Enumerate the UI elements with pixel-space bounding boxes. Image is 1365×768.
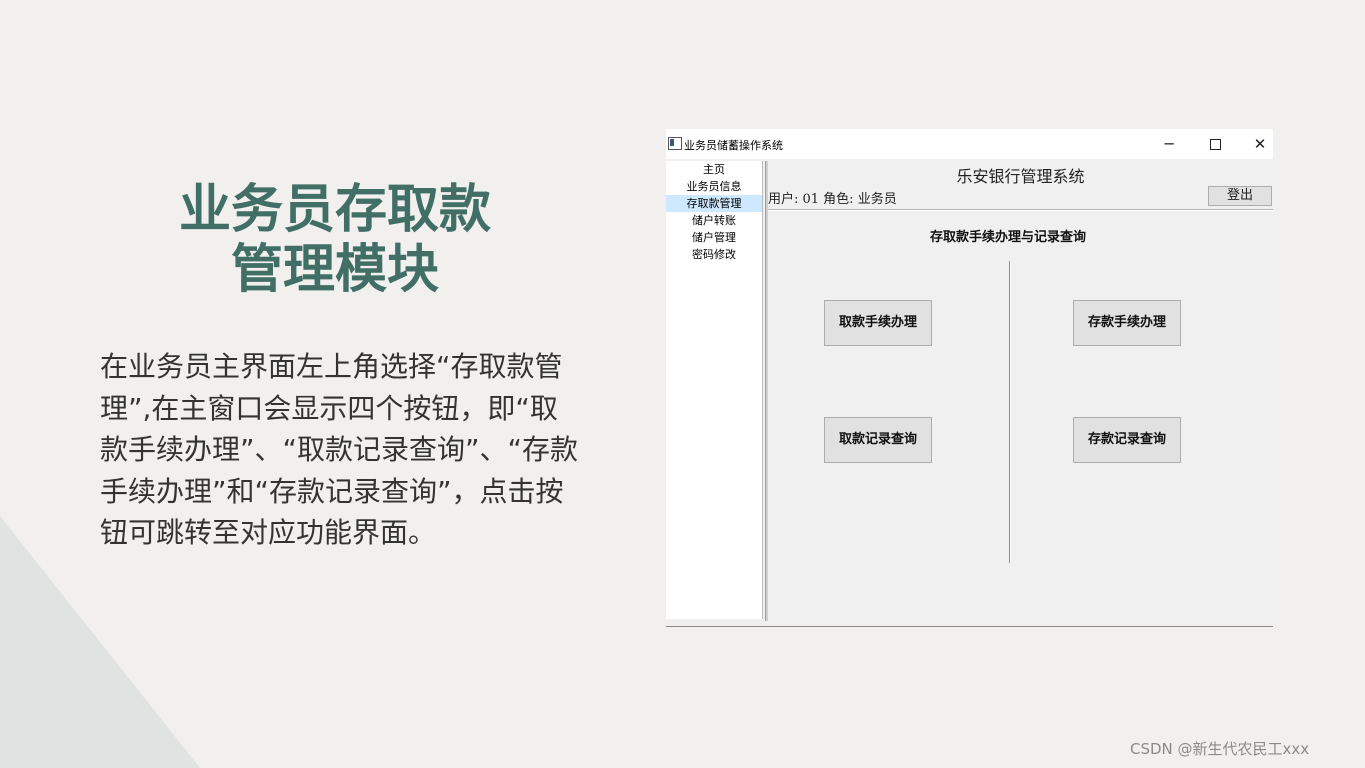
slide-title-line-1: 业务员存取款	[178, 180, 491, 240]
sidebar-nav: 主页 业务员信息 存取款管理 储户转账 储户管理 密码修改	[666, 161, 763, 619]
user-role-info: 用户: 01 角色: 业务员	[768, 192, 897, 207]
watermark: CSDN @新生代农民工xxx	[1130, 740, 1310, 758]
sidebar-item-password-change[interactable]: 密码修改	[666, 246, 762, 263]
window-titlebar[interactable]: 业务员储蓄操作系统 ─ ✕	[666, 129, 1273, 159]
background-triangle	[0, 516, 200, 768]
section-title: 存取款手续办理与记录查询	[929, 230, 1086, 245]
sidebar-item-transfer[interactable]: 储户转账	[666, 212, 762, 229]
sidebar-item-home[interactable]: 主页	[666, 161, 762, 178]
close-button[interactable]: ✕	[1240, 133, 1280, 155]
withdraw-records-button[interactable]: 取款记录查询	[824, 417, 932, 463]
sidebar-item-customer-management[interactable]: 储户管理	[666, 229, 762, 246]
logout-button[interactable]: 登出	[1208, 186, 1272, 206]
header-divider	[768, 209, 1273, 211]
main-panel: 乐安银行管理系统 用户: 01 角色: 业务员 登出 存取款手续办理与记录查询 …	[768, 159, 1273, 621]
sidebar-item-deposit-withdraw[interactable]: 存取款管理	[666, 195, 762, 212]
slide-description: 在业务员主界面左上角选择“存取款管理”,在主窗口会显示四个按钮，即“取款手续办理…	[100, 350, 579, 549]
slide-title: 业务员存取款 管理模块	[100, 180, 570, 300]
window-title: 业务员储蓄操作系统	[684, 139, 783, 152]
deposit-process-button[interactable]: 存款手续办理	[1073, 300, 1181, 346]
maximize-icon	[1209, 139, 1221, 150]
slide-title-line-2: 管理模块	[230, 240, 439, 300]
deposit-records-button[interactable]: 存款记录查询	[1073, 417, 1181, 463]
minimize-button[interactable]: ─	[1149, 133, 1189, 155]
withdraw-process-button[interactable]: 取款手续办理	[824, 300, 932, 346]
vertical-separator	[1009, 261, 1011, 563]
system-title: 乐安银行管理系统	[956, 167, 1085, 186]
sidebar-item-clerk-info[interactable]: 业务员信息	[666, 178, 762, 195]
maximize-button[interactable]	[1195, 133, 1235, 155]
app-icon	[668, 137, 682, 150]
app-window: 业务员储蓄操作系统 ─ ✕ 主页 业务员信息 存取款管理 储户转账 储户管理 密…	[666, 129, 1273, 627]
